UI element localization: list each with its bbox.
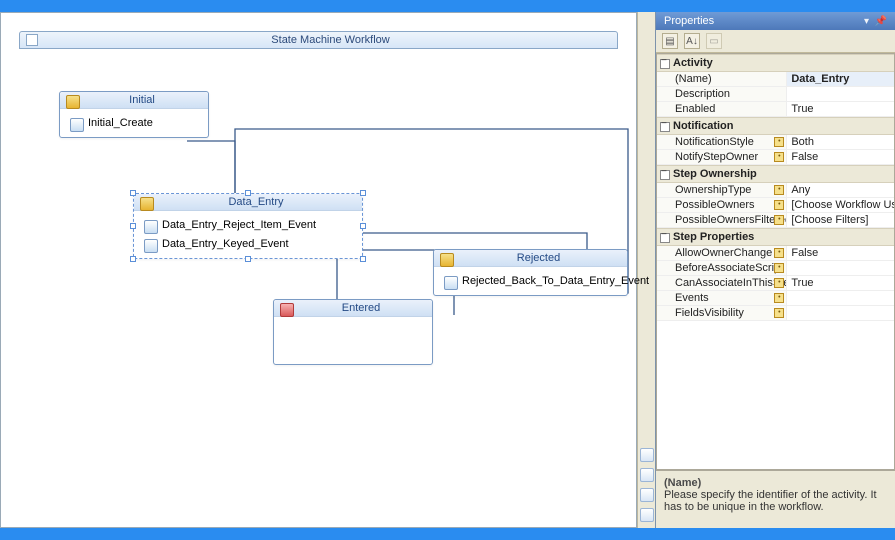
prop-key: Description <box>657 87 787 101</box>
node-initial-title: Initial <box>60 92 208 109</box>
category-notification[interactable]: Notification <box>657 117 894 135</box>
prop-row-enabled[interactable]: EnabledTrue <box>657 102 894 117</box>
node-data-entry[interactable]: Data_Entry Data_Entry_Reject_Item_Event … <box>133 193 363 259</box>
node-initial[interactable]: Initial Initial_Create <box>59 91 209 138</box>
node-rejected[interactable]: Rejected Rejected_Back_To_Data_Entry_Eve… <box>433 249 628 296</box>
prop-value[interactable]: False <box>787 246 894 260</box>
prop-row-possibleownersfilteredby[interactable]: PossibleOwnersFilteredBy•[Choose Filters… <box>657 213 894 228</box>
category-activity[interactable]: Activity <box>657 54 894 72</box>
prop-row-description[interactable]: Description <box>657 87 894 102</box>
prop-row-notifystepowner[interactable]: NotifyStepOwner•False <box>657 150 894 165</box>
prop-key: NotifyStepOwner• <box>657 150 787 164</box>
prop-key: FieldsVisibility• <box>657 306 787 320</box>
prop-row-allowownerchange[interactable]: AllowOwnerChange•False <box>657 246 894 261</box>
prop-key: NotificationStyle• <box>657 135 787 149</box>
prop-value[interactable] <box>787 291 894 305</box>
prop-row-events[interactable]: Events• <box>657 291 894 306</box>
properties-titlebar[interactable]: Properties ▾ 📌 <box>656 12 895 30</box>
prop-value[interactable]: [Choose Filters] <box>787 213 894 227</box>
workflow-header[interactable]: State Machine Workflow <box>19 31 618 49</box>
event-data-entry-reject[interactable]: Data_Entry_Reject_Item_Event <box>139 216 357 234</box>
properties-panel: Properties ▾ 📌 ▤ A↓ ▭ Activity(Name)Data… <box>655 12 895 528</box>
workflow-icon <box>26 34 38 46</box>
prop-key: BeforeAssociateScript• <box>657 261 787 275</box>
workflow-title: State Machine Workflow <box>44 34 617 46</box>
event-data-entry-keyed[interactable]: Data_Entry_Keyed_Event <box>139 235 357 253</box>
prop-value[interactable]: True <box>787 276 894 290</box>
help-name: (Name) <box>664 477 887 489</box>
prop-row-canassociateinthisstep[interactable]: CanAssociateInThisStep•True <box>657 276 894 291</box>
prop-row-notificationstyle[interactable]: NotificationStyle•Both <box>657 135 894 150</box>
enum-icon: • <box>774 248 784 258</box>
prop-key: Enabled <box>657 102 787 116</box>
prop-value[interactable] <box>787 261 894 275</box>
enum-icon: • <box>774 263 784 273</box>
enum-icon: • <box>774 308 784 318</box>
enum-icon: • <box>774 137 784 147</box>
prop-key: (Name) <box>657 72 787 86</box>
properties-toolbar: ▤ A↓ ▭ <box>656 30 895 53</box>
sort-button[interactable]: A↓ <box>684 33 700 49</box>
node-entered-title: Entered <box>274 300 432 317</box>
prop-row-ownershiptype[interactable]: OwnershipType•Any <box>657 183 894 198</box>
prop-key: PossibleOwners• <box>657 198 787 212</box>
workflow-canvas[interactable]: State Machine Workflow Initial Initial_C… <box>0 12 637 528</box>
prop-key: CanAssociateInThisStep• <box>657 276 787 290</box>
prop-key: PossibleOwnersFilteredBy• <box>657 213 787 227</box>
prop-key: Events• <box>657 291 787 305</box>
category-step-properties[interactable]: Step Properties <box>657 228 894 246</box>
prop-row-fieldsvisibility[interactable]: FieldsVisibility• <box>657 306 894 321</box>
prop-value[interactable]: False <box>787 150 894 164</box>
prop-row-beforeassociatescript[interactable]: BeforeAssociateScript• <box>657 261 894 276</box>
prop-value[interactable] <box>787 306 894 320</box>
prop-value[interactable]: Any <box>787 183 894 197</box>
event-rejected-back[interactable]: Rejected_Back_To_Data_Entry_Event <box>439 272 622 290</box>
node-data-entry-title: Data_Entry <box>134 194 362 211</box>
prop-key: OwnershipType• <box>657 183 787 197</box>
category-step-ownership[interactable]: Step Ownership <box>657 165 894 183</box>
enum-icon: • <box>774 200 784 210</box>
prop-value[interactable]: True <box>787 102 894 116</box>
enum-icon: • <box>774 278 784 288</box>
node-entered[interactable]: Entered <box>273 299 433 365</box>
properties-grid[interactable]: Activity(Name)Data_EntryDescriptionEnabl… <box>656 53 895 470</box>
prop-key: AllowOwnerChange• <box>657 246 787 260</box>
prop-value[interactable]: Both <box>787 135 894 149</box>
properties-help: (Name) Please specify the identifier of … <box>656 470 895 528</box>
prop-row-possibleowners[interactable]: PossibleOwners•[Choose Workflow Users] <box>657 198 894 213</box>
enum-icon: • <box>774 152 784 162</box>
pin-icon[interactable]: ▾ 📌 <box>864 16 887 27</box>
prop-value[interactable]: Data_Entry <box>787 72 894 86</box>
enum-icon: • <box>774 215 784 225</box>
pages-button[interactable]: ▭ <box>706 33 722 49</box>
enum-icon: • <box>774 185 784 195</box>
prop-value[interactable] <box>787 87 894 101</box>
help-desc: Please specify the identifier of the act… <box>664 489 887 513</box>
event-initial-create[interactable]: Initial_Create <box>65 114 203 132</box>
enum-icon: • <box>774 293 784 303</box>
node-rejected-title: Rejected <box>434 250 627 267</box>
prop-row-name[interactable]: (Name)Data_Entry <box>657 72 894 87</box>
categorize-button[interactable]: ▤ <box>662 33 678 49</box>
prop-value[interactable]: [Choose Workflow Users] <box>787 198 894 212</box>
properties-title-text: Properties <box>664 15 714 27</box>
